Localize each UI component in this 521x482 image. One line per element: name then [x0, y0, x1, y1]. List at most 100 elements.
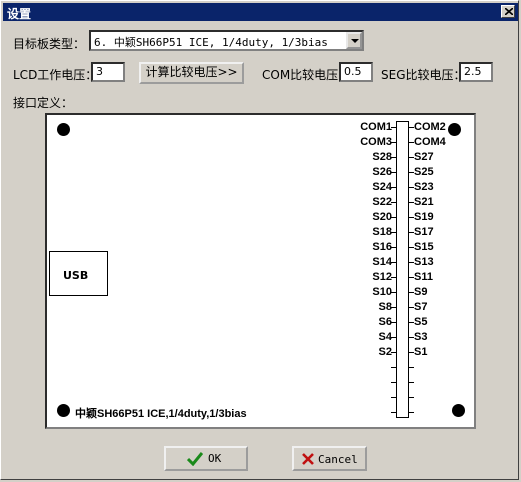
pin-label-right: S25 [414, 166, 434, 178]
pin-label-right: S19 [414, 211, 434, 223]
pin-tick [409, 397, 414, 398]
pin-label-left: S16 [372, 241, 392, 253]
seg-voltage-value: 2.5 [464, 65, 482, 78]
pin-tick [409, 322, 414, 323]
pin-tick [409, 277, 414, 278]
pin-tick [391, 382, 396, 383]
pin-tick [391, 262, 396, 263]
pin-tick [391, 187, 396, 188]
com-voltage-input[interactable]: 0.5 [339, 62, 373, 82]
pin-label-left: S28 [372, 151, 392, 163]
pin-tick [409, 412, 414, 413]
pin-label-left: S14 [372, 256, 392, 268]
pin-label-right: S13 [414, 256, 434, 268]
calculate-voltage-label: 计算比较电压>> [145, 65, 238, 79]
mount-hole-icon [448, 123, 461, 136]
pin-label-right: S11 [414, 271, 433, 283]
pin-label-right: S1 [414, 346, 428, 358]
usb-connector: USB [49, 251, 108, 296]
interface-label: 接口定义： [13, 96, 74, 110]
close-button[interactable] [501, 5, 515, 18]
pin-tick [409, 127, 414, 128]
pin-tick [391, 397, 396, 398]
close-icon [505, 8, 513, 15]
x-icon [302, 453, 314, 465]
mount-hole-icon [452, 404, 465, 417]
cancel-button[interactable]: Cancel [292, 446, 367, 471]
board-type-label: 目标板类型： [13, 37, 86, 51]
pin-tick [391, 367, 396, 368]
pin-tick [409, 187, 414, 188]
pin-tick [391, 247, 396, 248]
pin-tick [391, 292, 396, 293]
pin-tick [409, 292, 414, 293]
pin-label-left: S20 [372, 211, 392, 223]
pin-tick [391, 202, 396, 203]
pin-header [396, 121, 409, 418]
pin-label-right: S23 [414, 181, 434, 193]
pin-label-left: S10 [372, 286, 392, 298]
pin-label-left: COM3 [360, 136, 392, 148]
calculate-voltage-button[interactable]: 计算比较电压>> [139, 62, 244, 84]
board-type-value: 6. 中颖SH66P51 ICE, 1/4duty, 1/3bias [94, 36, 328, 49]
pin-label-left: S4 [378, 331, 392, 343]
pin-tick [391, 307, 396, 308]
pin-tick [391, 142, 396, 143]
pin-label-right: COM4 [414, 136, 446, 148]
board-type-dropdown-button[interactable] [346, 32, 362, 49]
pin-label-left: S8 [378, 301, 392, 313]
seg-voltage-input[interactable]: 2.5 [459, 62, 493, 82]
pin-label-left: COM1 [360, 121, 392, 133]
pin-label-left: S2 [378, 346, 392, 358]
pin-tick [391, 412, 396, 413]
pin-label-left: S24 [372, 181, 392, 193]
pin-tick [409, 172, 414, 173]
pin-tick [391, 172, 396, 173]
pin-tick [409, 352, 414, 353]
lcd-voltage-label: LCD工作电压： [13, 68, 98, 82]
lcd-voltage-input[interactable]: 3 [91, 62, 125, 82]
pin-tick [409, 232, 414, 233]
pin-tick [409, 202, 414, 203]
title-bar[interactable]: 设置 [3, 3, 518, 21]
pin-tick [409, 367, 414, 368]
pin-tick [391, 232, 396, 233]
pin-label-right: S15 [414, 241, 434, 253]
ok-label: OK [208, 452, 222, 465]
pin-label-right: S5 [414, 316, 428, 328]
pin-tick [391, 217, 396, 218]
lcd-voltage-value: 3 [96, 65, 103, 78]
pin-label-left: S12 [372, 271, 392, 283]
chevron-down-icon [351, 39, 359, 43]
pin-label-right: S21 [414, 196, 434, 208]
pin-label-right: S9 [414, 286, 428, 298]
pin-tick [391, 127, 396, 128]
pin-label-left: S26 [372, 166, 392, 178]
mount-hole-icon [57, 123, 70, 136]
board-type-select[interactable]: 6. 中颖SH66P51 ICE, 1/4duty, 1/3bias [89, 30, 364, 51]
board-diagram: USB COM1 COM3 S28 S26 S24 S22 S20 S18 S16 S14 S12 S… [45, 113, 476, 429]
com-voltage-value: 0.5 [344, 65, 362, 78]
pin-tick [409, 157, 414, 158]
pin-label-right: S17 [414, 226, 434, 238]
pin-tick [409, 262, 414, 263]
seg-voltage-label: SEG比较电压： [381, 68, 466, 82]
check-icon [187, 452, 203, 466]
board-name: 中颖SH66P51 ICE,1/4duty,1/3bias [75, 408, 247, 420]
pin-tick [409, 247, 414, 248]
usb-label: USB [63, 269, 89, 282]
ok-button[interactable]: OK [164, 446, 248, 471]
com-voltage-label: COM比较电压： [262, 68, 351, 82]
pin-label-left: S6 [378, 316, 392, 328]
settings-dialog: 设置 目标板类型： 6. 中颖SH66P51 ICE, 1/4duty, 1/3… [0, 0, 519, 480]
pin-tick [391, 337, 396, 338]
pin-tick [409, 217, 414, 218]
window-title: 设置 [7, 7, 32, 21]
pin-tick [391, 322, 396, 323]
pin-label-right: S3 [414, 331, 428, 343]
pin-tick [391, 157, 396, 158]
pin-tick [409, 382, 414, 383]
pin-tick [391, 352, 396, 353]
pin-tick [391, 277, 396, 278]
mount-hole-icon [57, 404, 70, 417]
